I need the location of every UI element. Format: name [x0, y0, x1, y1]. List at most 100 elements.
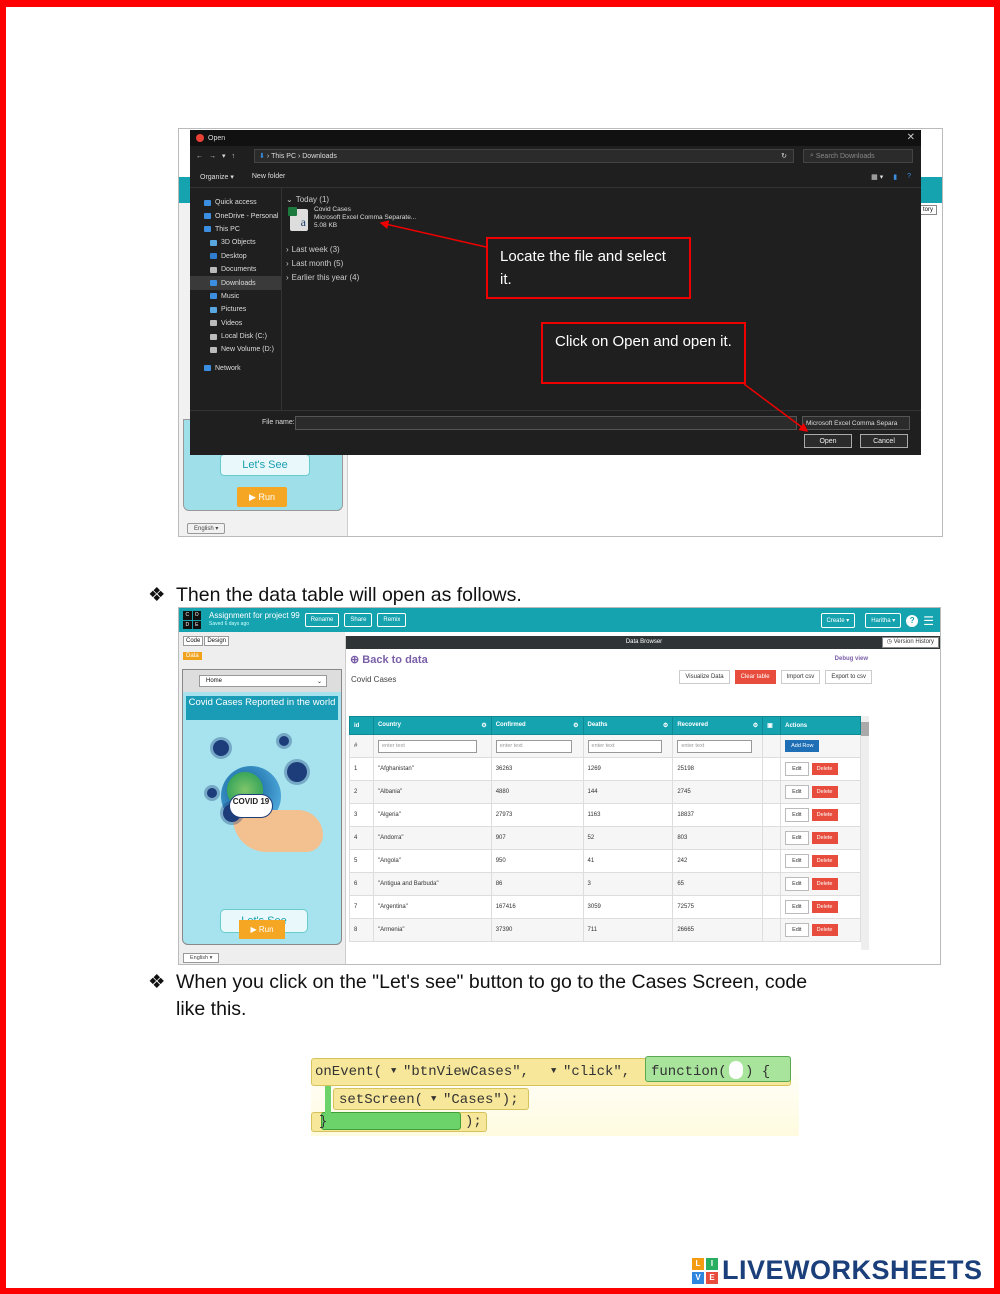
run-button[interactable]: ▶ Run: [239, 920, 285, 939]
delete-button[interactable]: Delete: [811, 855, 838, 867]
edit-button[interactable]: Edit: [785, 854, 809, 868]
nav-this-pc[interactable]: This PC: [190, 223, 281, 236]
up-arrow-icon[interactable]: ↑: [232, 153, 236, 160]
rename-button[interactable]: Rename: [304, 613, 340, 627]
search-input[interactable]: ⌕ Search Downloads: [803, 149, 913, 163]
nav-quick-access[interactable]: Quick access: [190, 196, 281, 209]
edit-button[interactable]: Edit: [785, 785, 809, 799]
delete-button[interactable]: Delete: [811, 786, 838, 798]
add-column-icon[interactable]: ▣: [762, 716, 782, 735]
screen-name-param[interactable]: "Cases");: [443, 1092, 519, 1108]
nav-network[interactable]: Network: [190, 362, 281, 375]
view-options-icon[interactable]: ▦ ▾: [871, 173, 883, 181]
group-today[interactable]: ⌄ Today (1): [286, 192, 906, 206]
organize-button[interactable]: Organize ▾: [200, 173, 234, 181]
nav-3d-objects[interactable]: 3D Objects: [190, 236, 281, 249]
run-button[interactable]: ▶ Run: [237, 487, 287, 507]
user-menu-button[interactable]: Haritha ▾: [865, 613, 902, 628]
nav-desktop[interactable]: Desktop: [190, 250, 281, 263]
help-icon[interactable]: ?: [907, 173, 911, 181]
file-type: Microsoft Excel Comma Separate...: [314, 214, 417, 221]
code-tab[interactable]: Code: [183, 636, 204, 646]
file-name-input[interactable]: [295, 416, 797, 430]
edit-button[interactable]: Edit: [785, 900, 809, 914]
clear-table-button[interactable]: Clear table: [734, 670, 776, 684]
deaths-input[interactable]: enter text: [587, 739, 663, 753]
nav-onedrive[interactable]: OneDrive - Personal: [190, 209, 281, 222]
country-input[interactable]: enter text: [377, 739, 478, 753]
header-recovered[interactable]: Recovered ⚙: [672, 716, 764, 735]
dropdown-icon[interactable]: ▼: [391, 1066, 396, 1076]
gear-icon[interactable]: ⚙: [481, 722, 486, 729]
edit-button[interactable]: Edit: [785, 877, 809, 891]
delete-button[interactable]: Delete: [811, 832, 838, 844]
share-button[interactable]: Share: [344, 613, 373, 627]
create-button[interactable]: Create ▾: [820, 613, 856, 628]
delete-button[interactable]: Delete: [811, 763, 838, 775]
open-button[interactable]: Open: [804, 434, 852, 448]
chevron-down-icon[interactable]: ▾: [222, 152, 226, 160]
gear-icon[interactable]: ⚙: [663, 722, 668, 729]
nav-music[interactable]: Music: [190, 290, 281, 303]
language-select[interactable]: English ▾: [183, 953, 220, 963]
breadcrumb-downloads[interactable]: Downloads: [302, 153, 337, 160]
delete-button[interactable]: Delete: [811, 809, 838, 821]
delete-button[interactable]: Delete: [811, 924, 838, 936]
dropdown-icon[interactable]: ▼: [431, 1094, 436, 1104]
nav-videos[interactable]: Videos: [190, 317, 281, 330]
table-scrollbar[interactable]: [861, 716, 869, 950]
help-icon[interactable]: ?: [906, 614, 919, 627]
scrollbar-thumb[interactable]: [861, 722, 869, 736]
header-country[interactable]: Country ⚙: [372, 716, 492, 735]
export-csv-button[interactable]: Export to csv: [825, 670, 872, 684]
hamburger-menu-icon[interactable]: ☰: [923, 614, 934, 628]
dropdown-icon[interactable]: ▼: [551, 1066, 556, 1076]
confirmed-input[interactable]: enter text: [495, 739, 573, 753]
lets-see-button[interactable]: Let's See: [220, 454, 310, 476]
new-folder-button[interactable]: New folder: [252, 173, 285, 180]
header-confirmed[interactable]: Confirmed ⚙: [490, 716, 584, 735]
delete-button[interactable]: Delete: [811, 901, 838, 913]
breadcrumb-this-pc[interactable]: This PC: [271, 153, 296, 160]
add-row-button[interactable]: Add Row: [785, 740, 820, 752]
remix-button[interactable]: Remix: [377, 613, 407, 627]
file-covid-cases[interactable]: a Covid Cases Microsoft Excel Comma Sepa…: [286, 206, 906, 240]
header-id[interactable]: id: [349, 716, 374, 735]
preview-pane-icon[interactable]: ▮: [893, 173, 897, 181]
visualize-data-button[interactable]: Visualize Data: [679, 670, 730, 684]
nav-documents[interactable]: Documents: [190, 263, 281, 276]
gear-icon[interactable]: ⚙: [753, 722, 758, 729]
back-arrow-icon[interactable]: ←: [196, 153, 203, 160]
header-deaths[interactable]: Deaths ⚙: [582, 716, 674, 735]
edit-button[interactable]: Edit: [785, 831, 809, 845]
design-tab[interactable]: Design: [204, 636, 230, 646]
version-history-button[interactable]: tory: [918, 205, 937, 215]
cancel-button[interactable]: Cancel: [860, 434, 908, 448]
function-param-slot[interactable]: [729, 1061, 743, 1079]
forward-arrow-icon[interactable]: →: [209, 153, 216, 160]
element-id-param[interactable]: "btnViewCases",: [403, 1064, 529, 1080]
data-tab[interactable]: Data: [183, 652, 202, 660]
screen-select[interactable]: Home ⌄: [199, 675, 327, 687]
recovered-input[interactable]: enter text: [677, 739, 752, 753]
file-type-select[interactable]: Microsoft Excel Comma Separa: [802, 416, 910, 430]
version-history-button[interactable]: ◷ Version History: [881, 637, 939, 648]
nav-local-disk[interactable]: Local Disk (C:): [190, 330, 281, 343]
nav-pictures[interactable]: Pictures: [190, 303, 281, 316]
back-to-data-link[interactable]: ⊕ Back to data: [350, 653, 428, 666]
nav-downloads[interactable]: Downloads: [190, 276, 281, 290]
event-type-param[interactable]: "click",: [563, 1064, 630, 1080]
close-icon[interactable]: ✕: [907, 132, 915, 143]
edit-button[interactable]: Edit: [785, 808, 809, 822]
debug-view-link[interactable]: Debug view: [835, 656, 868, 662]
import-csv-button[interactable]: Import csv: [780, 670, 821, 684]
edit-button[interactable]: Edit: [785, 923, 809, 937]
gear-icon[interactable]: ⚙: [573, 722, 578, 729]
language-select[interactable]: English ▾: [187, 523, 226, 534]
delete-button[interactable]: Delete: [811, 878, 838, 890]
nav-new-volume[interactable]: New Volume (D:): [190, 343, 281, 356]
dialog-address-row: ← → ▾ ↑ ⬇ › This PC › Downloads ↻ ⌕ Sear…: [190, 146, 921, 166]
refresh-icon[interactable]: ↻: [781, 152, 787, 160]
edit-button[interactable]: Edit: [785, 762, 809, 776]
address-bar[interactable]: ⬇ › This PC › Downloads ↻: [254, 149, 794, 163]
